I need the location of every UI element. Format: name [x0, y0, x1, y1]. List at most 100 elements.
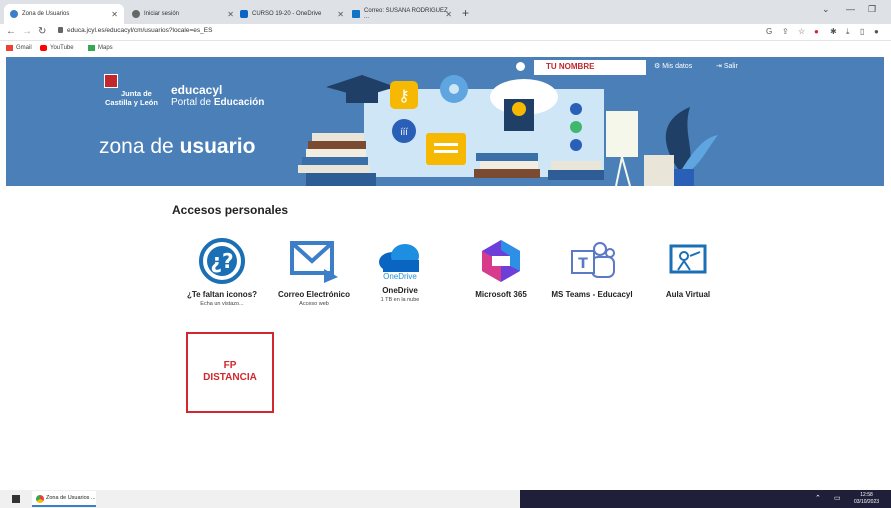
chat-line [434, 150, 458, 153]
header-banner: ⚷ ííí Junta de Castilla y León educacyl … [6, 57, 884, 186]
tab-iniciar-sesion[interactable]: Iniciar sesión ✕ [126, 4, 240, 24]
bookmark-gmail[interactable]: Gmail [6, 45, 32, 51]
taskbar-app-chrome[interactable]: Zona de Usuarios ... [32, 491, 96, 507]
chat-bubble-icon [426, 133, 466, 165]
tab-zona-usuarios[interactable]: Zona de Usuarios ✕ [4, 4, 124, 24]
maps-icon [88, 45, 95, 51]
close-tab-icon[interactable]: ✕ [227, 10, 234, 19]
phone-icon [570, 139, 582, 151]
book-shape [476, 153, 538, 161]
app-sublabel: 1 TB en la nube [380, 297, 420, 303]
address-bar[interactable]: educa.jcyl.es/educacyl/cm/usuarios?local… [58, 27, 212, 34]
tab-label: Iniciar sesión [144, 11, 180, 17]
page-title: zona de usuario [99, 135, 255, 159]
reload-icon[interactable]: ↻ [38, 26, 46, 37]
gmail-icon [6, 45, 13, 51]
browser-toolbar: ← → ↻ educa.jcyl.es/educacyl/cm/usuarios… [0, 24, 891, 41]
junta-logo-icon [104, 74, 118, 88]
mis-datos-label: Mis datos [662, 63, 693, 70]
bookmarks-bar: Gmail YouTube Maps [0, 41, 891, 56]
extension-icon[interactable]: ● [814, 27, 819, 36]
notification-icon[interactable]: ▭ [834, 494, 841, 502]
app-tile-teams[interactable]: T MS Teams - Educacyl [537, 236, 647, 299]
bookmark-maps[interactable]: Maps [88, 45, 113, 51]
book-shape [302, 157, 368, 165]
book-shape [474, 169, 540, 178]
fp-line1: FP [223, 360, 237, 371]
maximize-icon[interactable]: ❐ [868, 4, 876, 15]
title-prefix: zona de [99, 135, 180, 158]
forward-icon[interactable]: → [22, 26, 32, 37]
new-tab-button[interactable]: + [462, 6, 469, 20]
download-icon[interactable]: ⤓ [846, 27, 850, 37]
user-name: TU NOMBRE [534, 60, 646, 75]
people-glyph: ííí [400, 128, 408, 138]
svg-text:¿?: ¿? [210, 249, 233, 273]
app-tile-onedrive[interactable]: OneDrive OneDrive 1 TB en la nube [345, 236, 455, 303]
book-shape [480, 161, 538, 169]
salir-link[interactable]: ⇥ Salir [716, 62, 738, 70]
bookmark-youtube[interactable]: YouTube [40, 45, 74, 51]
app-label: MS Teams - Educacyl [551, 290, 633, 299]
easel-board [606, 111, 638, 157]
close-tab-icon[interactable]: ✕ [337, 10, 344, 19]
clock[interactable]: 12:58 03/10/2023 [854, 492, 879, 506]
book-shape [644, 155, 674, 186]
close-tab-icon[interactable]: ✕ [445, 10, 452, 19]
fp-line2: DISTANCIA [203, 372, 257, 383]
portal-bold: Educación [213, 97, 265, 108]
education-illustration: ⚷ ííí [298, 75, 718, 186]
fp-distancia-button[interactable]: FP DISTANCIA [186, 332, 274, 413]
tab-onedrive[interactable]: CURSO 19-20 - OneDrive ✕ [234, 4, 350, 24]
graduation-cap-base [346, 89, 378, 103]
clock-time: 12:58 [860, 492, 873, 498]
educacyl-brand[interactable]: educacyl [171, 83, 222, 97]
tray-chevron-icon[interactable]: ⌃ [815, 494, 821, 502]
app-label: OneDrive [382, 286, 418, 295]
section-title: Accesos personales [172, 203, 289, 217]
book-shape [548, 170, 604, 180]
teams-icon: T [537, 236, 647, 286]
book-shape [551, 161, 601, 170]
junta-line2: Castilla y León [105, 98, 158, 107]
chat-line [434, 143, 458, 146]
svg-text:T: T [578, 256, 588, 272]
book-shape [306, 173, 376, 186]
url-text: educa.jcyl.es/educacyl/cm/usuarios?local… [67, 27, 213, 34]
key-icon: ⚷ [398, 86, 410, 105]
globe-icon [10, 10, 18, 18]
user-icon [516, 62, 525, 71]
cloud-icon [240, 10, 248, 18]
app-tile-aula-virtual[interactable]: Aula Virtual [633, 236, 743, 299]
extensions-puzzle-icon[interactable]: ✱ [830, 27, 837, 36]
tab-label: CURSO 19-20 - OneDrive [252, 11, 322, 17]
portal-prefix: Portal de [171, 97, 214, 108]
windows-start-icon[interactable] [12, 495, 20, 503]
sidebar-icon[interactable]: ▯ [860, 27, 864, 36]
bookmark-label: Gmail [16, 45, 32, 51]
google-icon[interactable]: G [766, 27, 772, 36]
minimize-icon[interactable]: — [846, 4, 855, 14]
junta-logo-text: Junta de Castilla y León [105, 89, 158, 107]
tab-correo[interactable]: Correo: SUSANA RODRIGUEZ ... ✕ [346, 4, 458, 24]
bookmark-star-icon[interactable]: ☆ [798, 27, 805, 36]
close-tab-icon[interactable]: ✕ [111, 10, 118, 19]
onedrive-icon: OneDrive [345, 236, 455, 286]
youtube-icon [40, 45, 47, 51]
mis-datos-link[interactable]: ⚙ Mis datos [654, 62, 692, 70]
title-bold: usuario [179, 135, 256, 158]
profile-icon[interactable]: ● [874, 27, 879, 36]
mic-icon [570, 103, 582, 115]
book-shape [306, 149, 366, 157]
lock-icon [58, 27, 63, 34]
taskbar: Zona de Usuarios ... ⌃ ▭ 12:58 03/10/202… [0, 490, 891, 508]
tab-search-icon[interactable]: ⌄ [822, 4, 830, 15]
back-icon[interactable]: ← [6, 26, 16, 37]
app-label: Aula Virtual [665, 290, 711, 299]
video-icon [570, 121, 582, 133]
lightbulb-icon [512, 102, 526, 116]
gear-hole [449, 84, 459, 94]
onedrive-icon-text: OneDrive [383, 271, 417, 281]
browser-tab-bar: Zona de Usuarios ✕ Iniciar sesión ✕ CURS… [0, 0, 891, 24]
share-icon[interactable]: ⇪ [782, 27, 789, 36]
